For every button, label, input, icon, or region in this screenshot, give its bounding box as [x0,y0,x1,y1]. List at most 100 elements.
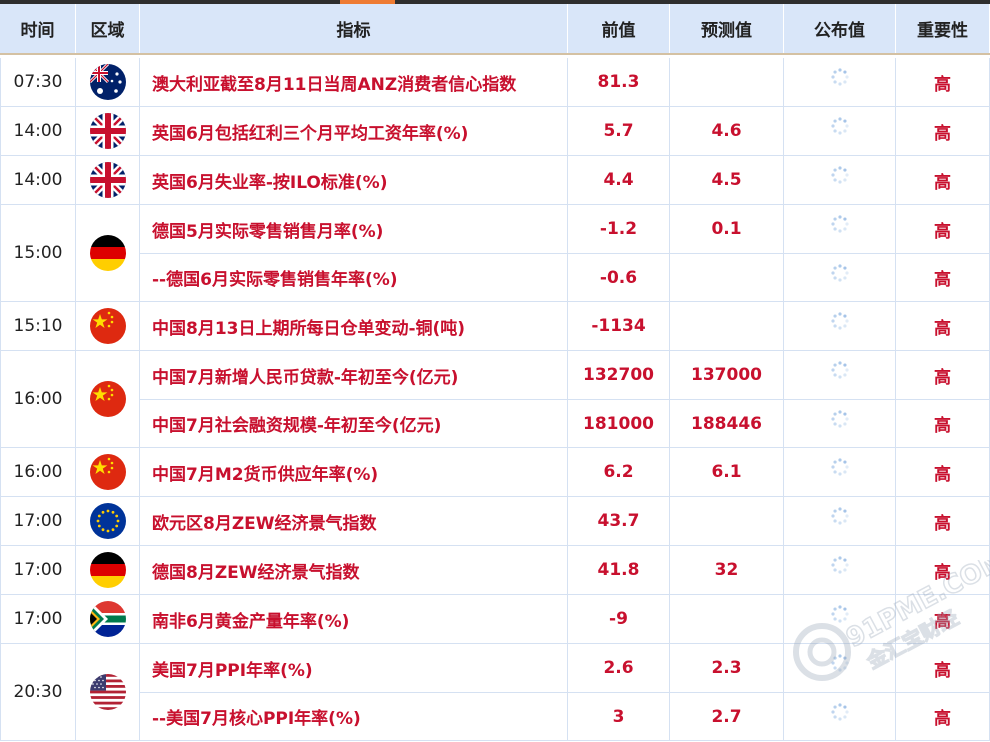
event-time: 14:00 [0,156,76,204]
previous-value: -1.2 [568,205,670,253]
table-row[interactable]: --德国6月实际零售销售年率(%) -0.6 高 [140,253,990,301]
indicator-link[interactable]: 德国8月ZEW经济景气指数 [140,546,568,594]
table-row[interactable]: 美国7月PPI年率(%) 2.6 2.3 高 [140,644,990,692]
eu-flag [89,503,126,539]
header-published: 公布值 [784,4,896,53]
indicator-link[interactable]: 中国8月13日上期所每日仓单变动-铜(吨) [140,302,568,350]
event-group: 15:00 德国5月实际零售销售月率(%) -1.2 0.1 高 --德国6月实际零售销售… [0,205,990,302]
loading-icon [830,116,850,136]
event-group: 17:00 欧元区8月ZEW经济景气指数 43.7 高 [0,497,990,546]
loading-icon [830,360,850,380]
published-value [784,254,896,301]
indicator-link[interactable]: 中国7月M2货币供应年率(%) [140,448,568,496]
event-time: 17:00 [0,497,76,545]
table-row[interactable]: 英国6月失业率-按ILO标准(%) 4.4 4.5 高 [140,156,990,204]
event-group: 14:00 英国6月包括红利三个月平均工资年率(%) 5.7 4.6 高 [0,107,990,156]
previous-value: 6.2 [568,448,670,496]
indicator-link[interactable]: 南非6月黄金产量年率(%) [140,595,568,643]
forecast-value [670,58,784,106]
indicator-link[interactable]: 德国5月实际零售销售月率(%) [140,205,568,253]
forecast-value [670,497,784,545]
importance-value: 高 [896,693,990,740]
uk-flag [89,113,126,149]
importance-value: 高 [896,644,990,692]
indicator-link[interactable]: 欧元区8月ZEW经济景气指数 [140,497,568,545]
forecast-value: 4.6 [670,107,784,155]
event-group: 20:30 美国7月PPI年率(%) 2.6 2.3 高 --美国7月核心PPI年率(%)… [0,644,990,741]
indicator-link[interactable]: 英国6月包括红利三个月平均工资年率(%) [140,107,568,155]
table-row[interactable]: 中国7月社会融资规模-年初至今(亿元) 181000 188446 高 [140,399,990,447]
table-row[interactable]: 中国7月新增人民币贷款-年初至今(亿元) 132700 137000 高 [140,351,990,399]
forecast-value: 4.5 [670,156,784,204]
event-time: 17:00 [0,595,76,643]
indicator-link[interactable]: 澳大利亚截至8月11日当周ANZ消费者信心指数 [140,58,568,106]
importance-value: 高 [896,205,990,253]
importance-value: 高 [896,58,990,106]
loading-icon [830,409,850,429]
region-cell [76,205,140,301]
south-africa-flag [89,601,126,637]
event-time: 16:00 [0,351,76,447]
table-row[interactable]: 南非6月黄金产量年率(%) -9 高 [140,595,990,643]
indicator-link[interactable]: --德国6月实际零售销售年率(%) [140,254,568,301]
event-group: 07:30 澳大利亚截至8月11日当周ANZ消费者信心指数 81.3 高 [0,58,990,107]
event-group: 17:00 南非6月黄金产量年率(%) -9 高 [0,595,990,644]
event-time: 07:30 [0,58,76,106]
previous-value: 132700 [568,351,670,399]
event-group: 16:00 中国7月新增人民币贷款-年初至今(亿元) 132700 137000 高中国… [0,351,990,448]
importance-value: 高 [896,351,990,399]
forecast-value: 0.1 [670,205,784,253]
germany-flag [89,235,126,271]
published-value [784,400,896,447]
event-time: 20:30 [0,644,76,740]
region-cell [76,595,140,643]
table-row[interactable]: --美国7月核心PPI年率(%) 3 2.7 高 [140,692,990,740]
event-time: 15:10 [0,302,76,350]
published-value [784,156,896,204]
previous-value: -0.6 [568,254,670,301]
loading-icon [830,457,850,477]
previous-value: 41.8 [568,546,670,594]
event-group: 17:00 德国8月ZEW经济景气指数 41.8 32 高 [0,546,990,595]
region-cell [76,156,140,204]
loading-icon [830,263,850,283]
event-group: 14:00 英国6月失业率-按ILO标准(%) 4.4 4.5 高 [0,156,990,205]
importance-value: 高 [896,254,990,301]
table-row[interactable]: 中国7月M2货币供应年率(%) 6.2 6.1 高 [140,448,990,496]
forecast-value: 2.7 [670,693,784,740]
region-cell [76,448,140,496]
loading-icon [830,653,850,673]
table-row[interactable]: 澳大利亚截至8月11日当周ANZ消费者信心指数 81.3 高 [140,58,990,106]
indicator-link[interactable]: 中国7月社会融资规模-年初至今(亿元) [140,400,568,447]
published-value [784,595,896,643]
event-time: 16:00 [0,448,76,496]
loading-icon [830,311,850,331]
importance-value: 高 [896,400,990,447]
usa-flag [89,674,126,710]
indicator-link[interactable]: 美国7月PPI年率(%) [140,644,568,692]
importance-value: 高 [896,156,990,204]
table-row[interactable]: 英国6月包括红利三个月平均工资年率(%) 5.7 4.6 高 [140,107,990,155]
forecast-value [670,254,784,301]
germany-flag [89,552,126,588]
event-time: 14:00 [0,107,76,155]
importance-value: 高 [896,302,990,350]
table-row[interactable]: 德国5月实际零售销售月率(%) -1.2 0.1 高 [140,205,990,253]
previous-value: 81.3 [568,58,670,106]
previous-value: -1134 [568,302,670,350]
indicator-link[interactable]: 英国6月失业率-按ILO标准(%) [140,156,568,204]
importance-value: 高 [896,595,990,643]
forecast-value: 32 [670,546,784,594]
table-header: 时间 区域 指标 前值 预测值 公布值 重要性 [0,4,990,55]
indicator-link[interactable]: 中国7月新增人民币贷款-年初至今(亿元) [140,351,568,399]
forecast-value: 2.3 [670,644,784,692]
importance-value: 高 [896,546,990,594]
importance-value: 高 [896,448,990,496]
region-cell [76,546,140,594]
calendar-table: 07:30 澳大利亚截至8月11日当周ANZ消费者信心指数 81.3 高 14:00 英国… [0,58,990,741]
table-row[interactable]: 德国8月ZEW经济景气指数 41.8 32 高 [140,546,990,594]
table-row[interactable]: 中国8月13日上期所每日仓单变动-铜(吨) -1134 高 [140,302,990,350]
previous-value: 43.7 [568,497,670,545]
table-row[interactable]: 欧元区8月ZEW经济景气指数 43.7 高 [140,497,990,545]
indicator-link[interactable]: --美国7月核心PPI年率(%) [140,693,568,740]
